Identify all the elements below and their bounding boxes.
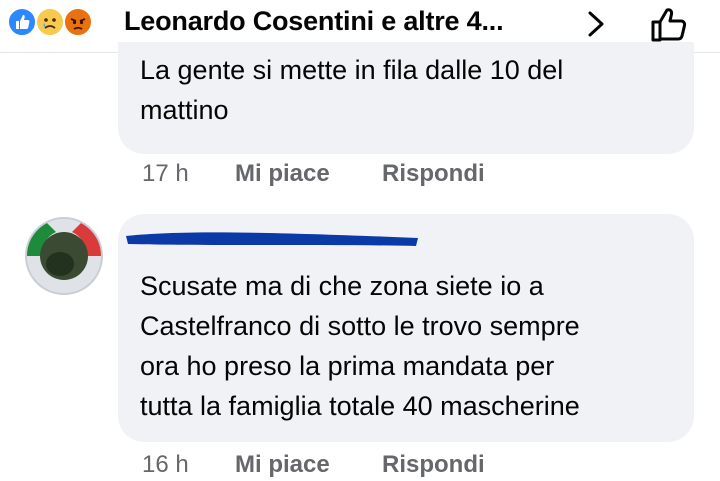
redacted-author-name [126,232,418,246]
comment-time[interactable]: 16 h [142,451,189,478]
comment-line: Castelfranco di sotto le trovo sempre [140,311,580,341]
like-icon [7,7,37,37]
like-outline-icon[interactable] [648,4,692,46]
comment-line: ora ho preso la prima mandata per [140,351,555,381]
like-button[interactable]: Mi piace [235,451,330,479]
reply-button[interactable]: Rispondi [382,160,485,188]
reply-button[interactable]: Rispondi [382,451,485,479]
comment-text: La gente si mette in fila dalle 10 del m… [118,52,694,152]
sad-icon [35,7,65,37]
like-button[interactable]: Mi piace [235,160,330,188]
avatar[interactable] [24,216,104,296]
angry-icon [63,7,93,37]
comment-time[interactable]: 17 h [142,160,189,187]
comment-line: Scusate ma di che zona siete io a [140,271,544,301]
comment-line: tutta la famiglia totale 40 mascherine [140,391,580,421]
reactions-title[interactable]: Leonardo Cosentini e altre 4... [124,6,504,37]
comment-line: La gente si mette in fila dalle 10 del [140,55,564,85]
comment-text: Scusate ma di che zona siete io a Castel… [140,266,685,426]
reaction-icons [7,7,117,37]
comment-line: mattino [140,95,229,125]
chevron-right-icon[interactable] [582,9,608,39]
